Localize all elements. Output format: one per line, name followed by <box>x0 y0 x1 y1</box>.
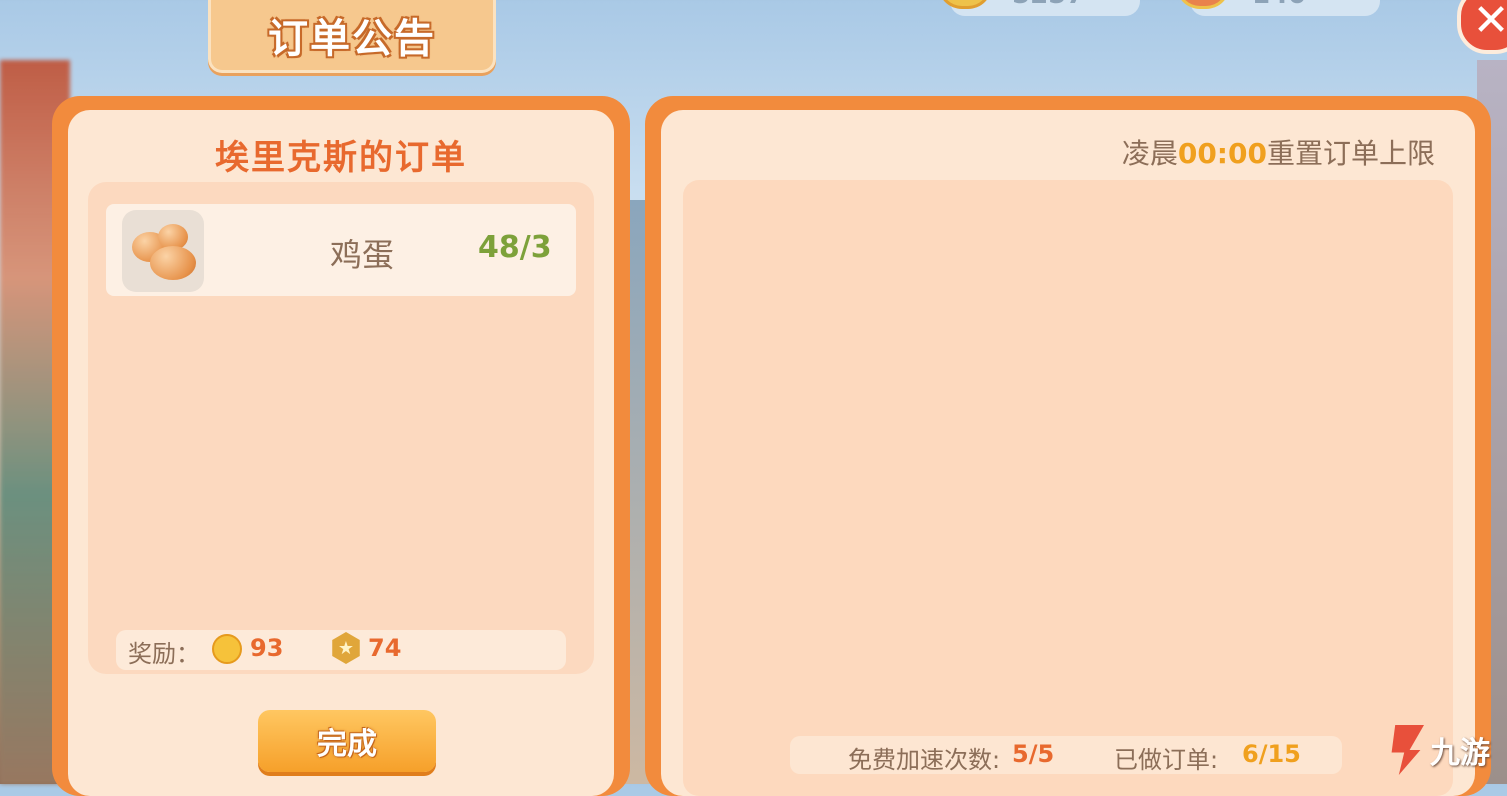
reset-suffix: 重置订单上限 <box>1266 137 1435 170</box>
reset-time: 00:00 <box>1177 137 1267 170</box>
orders-done-label: 已做订单: <box>1114 746 1219 774</box>
order-detail-inner: 埃里克斯的订单 鸡蛋 48/3 奖励： 93 ★ 74 完成 <box>68 110 614 796</box>
close-icon: ✕ <box>1472 0 1507 46</box>
order-items-box: 鸡蛋 48/3 奖励： 93 ★ 74 <box>88 182 594 674</box>
order-title: 埃里克斯的订单 <box>215 138 467 178</box>
item-name: 鸡蛋 <box>330 236 395 274</box>
watermark-logo-icon <box>1391 725 1424 775</box>
orders-done-value: 6/15 <box>1242 740 1301 768</box>
coins-value: 5257 <box>1012 0 1084 10</box>
reward-stars: 74 <box>368 634 402 662</box>
coin-icon <box>938 0 992 9</box>
reward-coins: 93 <box>250 634 284 662</box>
egg-shape <box>150 246 196 280</box>
speedup-value: 5/5 <box>1012 740 1055 768</box>
order-detail-panel: 埃里克斯的订单 鸡蛋 48/3 奖励： 93 ★ 74 完成 <box>52 96 630 796</box>
reward-bar: 奖励： 93 ★ 74 <box>116 630 566 670</box>
order-stats-bar: 免费加速次数: 5/5 已做订单: 6/15 <box>790 736 1342 774</box>
order-list-area <box>683 180 1453 796</box>
speedup-label: 免费加速次数: <box>848 746 1001 774</box>
order-board-title-tab: 订单公告 <box>208 0 496 73</box>
egg-icon <box>122 210 204 292</box>
reset-notice: 凌晨00:00重置订单上限 <box>1122 132 1435 172</box>
ticket-icon <box>1176 0 1230 9</box>
order-list-inner: 凌晨00:00重置订单上限 <box>661 110 1475 796</box>
coin-icon <box>212 634 242 664</box>
close-button[interactable]: ✕ <box>1457 0 1507 54</box>
star-icon: ★ <box>332 632 360 664</box>
watermark: 九游 <box>1388 725 1490 775</box>
reset-prefix: 凌晨 <box>1121 137 1178 170</box>
watermark-text: 九游 <box>1430 736 1490 771</box>
tickets-value: 140 <box>1252 0 1306 10</box>
order-list-panel: 凌晨00:00重置订单上限 免费加速次数: 5/5 已做订单: 6/15 <box>645 96 1491 796</box>
page-title: 订单公告 <box>268 16 436 62</box>
tickets-counter: 140 <box>1176 0 1380 16</box>
item-count: 48/3 <box>478 230 552 265</box>
reward-label: 奖励： <box>128 640 200 668</box>
complete-button[interactable]: 完成 <box>258 710 436 772</box>
coins-counter: 5257 <box>938 0 1140 16</box>
list-item[interactable]: 鸡蛋 48/3 <box>106 204 576 296</box>
